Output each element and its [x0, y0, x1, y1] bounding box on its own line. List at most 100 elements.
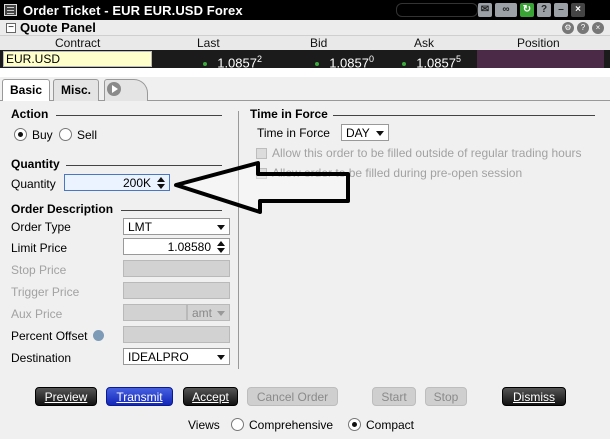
- stop-button: Stop: [425, 387, 467, 406]
- question-icon[interactable]: ?: [537, 3, 551, 17]
- pre-open-label: Allow order to be filled during pre-open…: [272, 166, 523, 180]
- quantity-heading: Quantity: [11, 157, 60, 171]
- divider: [56, 115, 222, 116]
- window-title: Order Ticket - EUR EUR.USD Forex: [23, 3, 243, 18]
- play-icon: [107, 82, 121, 96]
- buy-radio[interactable]: [14, 128, 27, 141]
- quantity-label: Quantity: [11, 177, 56, 191]
- chevron-down-icon: [217, 311, 225, 316]
- minimize-icon[interactable]: –: [554, 3, 568, 17]
- column-contract[interactable]: Contract: [55, 36, 100, 50]
- compact-radio[interactable]: [348, 418, 361, 431]
- comprehensive-label[interactable]: Comprehensive: [249, 418, 333, 432]
- tif-heading: Time in Force: [250, 107, 328, 121]
- transmit-button[interactable]: Transmit: [106, 387, 173, 406]
- bid-cell[interactable]: 1.08570: [296, 50, 374, 70]
- cancel-order-button: Cancel Order: [247, 387, 338, 406]
- tif-select[interactable]: DAY: [341, 124, 389, 141]
- quantity-stepper[interactable]: 200K: [64, 174, 170, 191]
- destination-value: IDEALPRO: [128, 350, 189, 364]
- compact-label[interactable]: Compact: [366, 418, 414, 432]
- last-cell: 1.08572: [190, 50, 262, 71]
- help-icon[interactable]: ?: [577, 22, 589, 34]
- column-last[interactable]: Last: [197, 36, 220, 50]
- refresh-icon[interactable]: ↻: [520, 3, 534, 17]
- preview-button[interactable]: Preview: [35, 387, 97, 406]
- chevron-down-icon: [376, 131, 384, 136]
- destination-label: Destination: [11, 351, 72, 365]
- aux-price-field: [123, 304, 187, 321]
- trigger-price-label: Trigger Price: [11, 285, 80, 299]
- action-heading: Action: [11, 107, 49, 121]
- tab-more[interactable]: [104, 79, 148, 101]
- order-ticket-icon: [4, 4, 17, 16]
- contract-cell[interactable]: EUR.USD: [3, 51, 152, 67]
- bid-pip: 0: [368, 54, 374, 64]
- limit-price-value: 1.08580: [167, 240, 211, 254]
- outside-rth-label: Allow this order to be filled outside of…: [272, 146, 582, 160]
- buy-label[interactable]: Buy: [32, 128, 53, 142]
- ask-cell[interactable]: 1.08575: [385, 50, 461, 70]
- percent-offset-label: Percent Offset: [11, 329, 88, 343]
- window-controls: ✉ ∞ ↻ ? – ×: [478, 3, 585, 17]
- outside-rth-checkbox: [256, 148, 267, 159]
- quote-panel-title: Quote Panel: [20, 20, 96, 35]
- divider: [66, 165, 222, 166]
- divider: [333, 115, 595, 116]
- order-type-select[interactable]: LMT: [123, 218, 230, 235]
- close-icon[interactable]: ×: [571, 3, 585, 17]
- aux-price-label: Aux Price: [11, 307, 63, 321]
- tif-value: DAY: [346, 126, 370, 140]
- title-bar: Order Ticket - EUR EUR.USD Forex ✉ ∞ ↻ ?…: [0, 0, 610, 20]
- spinner-icon[interactable]: [217, 240, 226, 253]
- order-description-heading: Order Description: [11, 202, 114, 216]
- sell-radio[interactable]: [59, 128, 72, 141]
- stop-price-field: [123, 260, 230, 277]
- comprehensive-radio[interactable]: [231, 418, 244, 431]
- limit-price-stepper[interactable]: 1.08580: [123, 238, 230, 255]
- link-icon[interactable]: ✉: [478, 3, 492, 17]
- quantity-value: 200K: [122, 176, 151, 190]
- close-panel-icon[interactable]: ×: [592, 22, 604, 34]
- quote-row[interactable]: EUR.USD 1.08572 1.08570 1.08575: [0, 50, 610, 71]
- aux-unit-select: amt: [187, 304, 230, 321]
- accept-button[interactable]: Accept: [183, 387, 238, 406]
- column-bid[interactable]: Bid: [310, 36, 327, 50]
- quote-panel-icons: ⚙ ? ×: [562, 22, 604, 34]
- config-icon[interactable]: ⚙: [562, 22, 574, 34]
- quote-columns: Contract Last Bid Ask Position: [0, 36, 610, 50]
- collapse-icon[interactable]: −: [6, 23, 16, 33]
- stop-price-label: Stop Price: [11, 263, 67, 277]
- column-divider: [238, 111, 239, 369]
- order-type-value: LMT: [128, 220, 152, 234]
- dismiss-button[interactable]: Dismiss: [502, 387, 566, 406]
- quote-panel-header: − Quote Panel ⚙ ? ×: [0, 20, 610, 36]
- limit-price-label: Limit Price: [11, 241, 68, 255]
- tick-dot: [402, 61, 407, 66]
- tab-misc[interactable]: Misc.: [53, 79, 100, 101]
- tick-dot: [203, 61, 208, 66]
- destination-select[interactable]: IDEALPRO: [123, 348, 230, 365]
- chevron-down-icon: [217, 225, 225, 230]
- start-button: Start: [372, 387, 416, 406]
- percent-offset-field: [123, 326, 230, 343]
- sell-label[interactable]: Sell: [77, 128, 97, 142]
- divider: [121, 210, 222, 211]
- trigger-price-field: [123, 282, 230, 299]
- chain-icon[interactable]: ∞: [495, 3, 517, 17]
- ask-pip: 5: [455, 54, 461, 64]
- tab-basic[interactable]: Basic: [2, 79, 51, 102]
- tick-dot: [315, 61, 320, 66]
- aux-unit-value: amt: [192, 306, 213, 320]
- order-form: Action Buy Sell Quantity Quantity 200K O…: [0, 101, 610, 439]
- last-pip: 2: [256, 54, 262, 64]
- pre-open-checkbox: [256, 168, 267, 179]
- position-cell: [477, 50, 604, 68]
- tif-label: Time in Force: [257, 126, 330, 140]
- column-position[interactable]: Position: [517, 36, 560, 50]
- info-icon[interactable]: [93, 330, 104, 341]
- last-value: 1.0857: [217, 55, 257, 71]
- chevron-down-icon: [217, 355, 225, 360]
- column-ask[interactable]: Ask: [414, 36, 434, 50]
- spinner-icon[interactable]: [157, 176, 166, 189]
